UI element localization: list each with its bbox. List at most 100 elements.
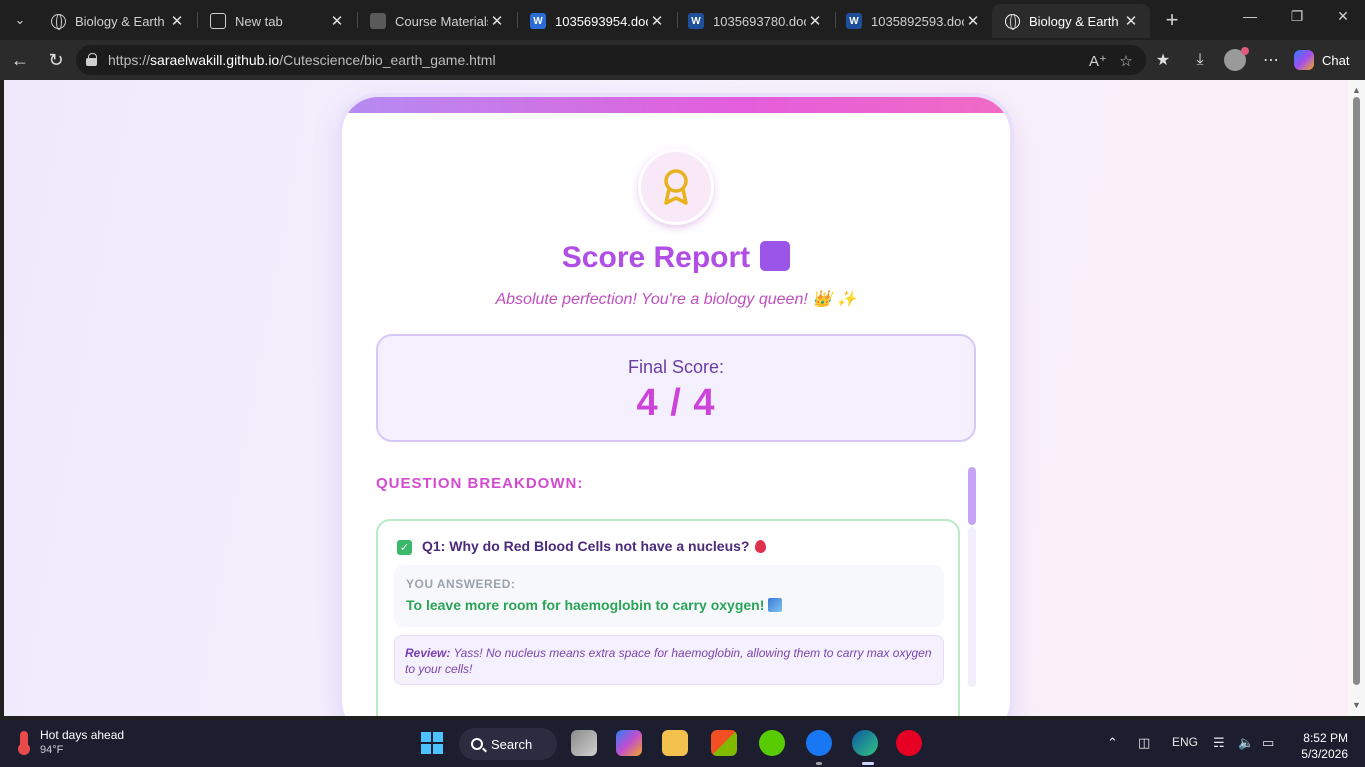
clock-time: 8:52 PM — [1303, 731, 1348, 745]
blood-drop-icon — [755, 540, 767, 553]
review-box: Review: Yass! No nucleus means extra spa… — [394, 635, 944, 685]
close-icon[interactable]: ✕ — [168, 12, 186, 30]
start-windows-icon[interactable] — [421, 732, 443, 754]
award-ribbon-icon — [638, 149, 714, 225]
purple-square-icon — [760, 241, 791, 271]
tab-title: New tab — [235, 13, 283, 29]
copilot-chat-button[interactable]: Chat — [1294, 46, 1358, 74]
url-text[interactable]: https://saraelwakill.github.io/Cutescien… — [108, 52, 496, 68]
edge-browser-icon[interactable] — [852, 730, 878, 756]
chat-label: Chat — [1322, 52, 1350, 68]
answer-text: To leave more room for haemoglobin to ca… — [406, 597, 783, 613]
review-text: Yass! No nucleus means extra space for h… — [405, 646, 932, 676]
tab-title: 1035693954.docx — [555, 13, 648, 29]
weather-temp: 94°F — [40, 744, 64, 756]
page-scroll-thumb[interactable] — [1353, 97, 1360, 685]
close-icon[interactable]: ✕ — [1122, 12, 1140, 30]
minimize-icon[interactable]: — — [1235, 8, 1265, 24]
address-bar[interactable]: https://saraelwakill.github.io/Cutescien… — [76, 45, 1146, 75]
taskbar: Hot days ahead 94°F Search ⌃ ◫ ENG ☴ 🔈 ▭… — [0, 720, 1365, 767]
check-icon: ✓ — [397, 540, 412, 555]
meet-now-icon[interactable]: ◫ — [1138, 735, 1150, 751]
globe-icon — [1004, 13, 1020, 30]
tab-docx-3[interactable]: W 1035892593.docx ✕ — [834, 4, 992, 38]
page-title: Score Report — [342, 241, 1010, 275]
m365-icon[interactable] — [616, 730, 642, 756]
refresh-icon[interactable]: ↻ — [44, 48, 68, 72]
tab-new-tab[interactable]: New tab ✕ — [198, 4, 356, 38]
word-icon: W — [846, 13, 862, 29]
tab-title: 1035693780.docx — [713, 13, 806, 29]
more-options-icon[interactable]: ⋯ — [1259, 48, 1283, 72]
tab-biology-earth-1[interactable]: Biology & Earth Má ✕ — [38, 4, 196, 38]
final-score-panel: Final Score: 4 / 4 — [376, 334, 976, 442]
weather-widget[interactable]: Hot days ahead 94°F — [18, 728, 125, 756]
downloads-icon[interactable]: ⤓ — [1188, 48, 1212, 72]
close-icon[interactable]: ✕ — [964, 12, 982, 30]
tab-title: Biology & Earth Ma — [1029, 13, 1122, 29]
microsoft-store-icon[interactable] — [711, 730, 737, 756]
weather-title: Hot days ahead — [40, 728, 125, 742]
answer-box: YOU ANSWERED: To leave more room for hae… — [394, 565, 944, 627]
newtab-icon — [210, 13, 226, 29]
new-tab-button[interactable]: + — [1158, 6, 1186, 34]
system-clock[interactable]: 8:52 PM 5/3/2026 — [1292, 730, 1348, 762]
breakdown-scroll-track[interactable] — [968, 527, 976, 687]
tab-biology-earth-active[interactable]: Biology & Earth Ma ✕ — [992, 4, 1150, 38]
tab-docx-1[interactable]: W 1035693954.docx ✕ — [518, 4, 676, 38]
card-gradient-bar — [342, 97, 1010, 113]
language-indicator[interactable]: ENG — [1172, 735, 1198, 749]
course-icon — [370, 13, 386, 29]
page-viewport: Score Report Absolute perfection! You're… — [4, 80, 1348, 716]
profile-avatar-icon[interactable] — [1224, 47, 1249, 71]
tab-docx-2[interactable]: W 1035693780.docx ✕ — [676, 4, 834, 38]
review-label: Review: — [405, 646, 451, 660]
tab-course-materials[interactable]: Course Materials ✕ — [358, 4, 516, 38]
wifi-icon[interactable]: ☴ — [1213, 735, 1225, 751]
clock-date: 5/3/2026 — [1301, 747, 1348, 761]
thermometer-icon — [18, 731, 30, 755]
favorite-star-icon[interactable]: ☆ — [1116, 51, 1136, 71]
tab-actions-menu-icon[interactable]: ⌄ — [6, 5, 34, 35]
close-icon[interactable]: ✕ — [648, 12, 666, 30]
score-report-card: Score Report Absolute perfection! You're… — [342, 97, 1010, 716]
facebook-icon[interactable] — [806, 730, 832, 756]
final-score-value: 4 / 4 — [636, 382, 716, 424]
scroll-down-icon[interactable]: ▼ — [1352, 700, 1361, 710]
final-score-label: Final Score: — [627, 357, 725, 377]
close-icon[interactable]: ✕ — [806, 12, 824, 30]
volume-icon[interactable]: 🔈 — [1238, 735, 1254, 751]
copilot-icon — [1294, 50, 1314, 70]
lock-icon[interactable] — [86, 53, 97, 66]
question-title: Q1: Why do Red Blood Cells not have a nu… — [422, 538, 767, 554]
question-card: ✓ Q1: Why do Red Blood Cells not have a … — [376, 519, 960, 716]
back-arrow-icon[interactable]: ← — [8, 48, 32, 72]
tab-title: 1035892593.docx — [871, 13, 964, 29]
breakdown-heading: QUESTION BREAKDOWN: — [376, 475, 584, 492]
page-subtitle: Absolute perfection! You're a biology qu… — [495, 291, 857, 308]
close-icon[interactable]: ✕ — [488, 12, 506, 30]
duolingo-icon[interactable] — [759, 730, 785, 756]
pinterest-icon[interactable] — [896, 730, 922, 756]
chevron-up-icon[interactable]: ⌃ — [1107, 735, 1118, 751]
breakdown-scroll-thumb[interactable] — [968, 467, 976, 525]
taskbar-search-button[interactable]: Search — [459, 728, 557, 760]
search-icon — [471, 738, 483, 750]
globe-icon — [50, 13, 66, 30]
scroll-up-icon[interactable]: ▲ — [1352, 85, 1361, 95]
favorites-icon[interactable]: ★ — [1151, 48, 1175, 72]
close-window-icon[interactable]: ✕ — [1328, 8, 1358, 25]
page-scrollbar[interactable]: ▲ ▼ — [1348, 80, 1365, 716]
task-view-icon[interactable] — [571, 730, 597, 756]
answer-label: YOU ANSWERED: — [406, 577, 516, 591]
tab-title: Biology & Earth Má — [75, 13, 168, 29]
word-icon: W — [530, 13, 546, 29]
tab-strip: ⌄ Biology & Earth Má ✕ New tab ✕ Course … — [0, 0, 1365, 40]
read-aloud-icon[interactable]: A⁺ — [1088, 51, 1108, 71]
close-icon[interactable]: ✕ — [328, 12, 346, 30]
file-explorer-icon[interactable] — [662, 730, 688, 756]
restore-icon[interactable]: ❐ — [1282, 8, 1312, 25]
oxygen-icon — [768, 598, 783, 612]
tab-title: Course Materials — [395, 13, 488, 29]
battery-icon[interactable]: ▭ — [1262, 735, 1274, 751]
